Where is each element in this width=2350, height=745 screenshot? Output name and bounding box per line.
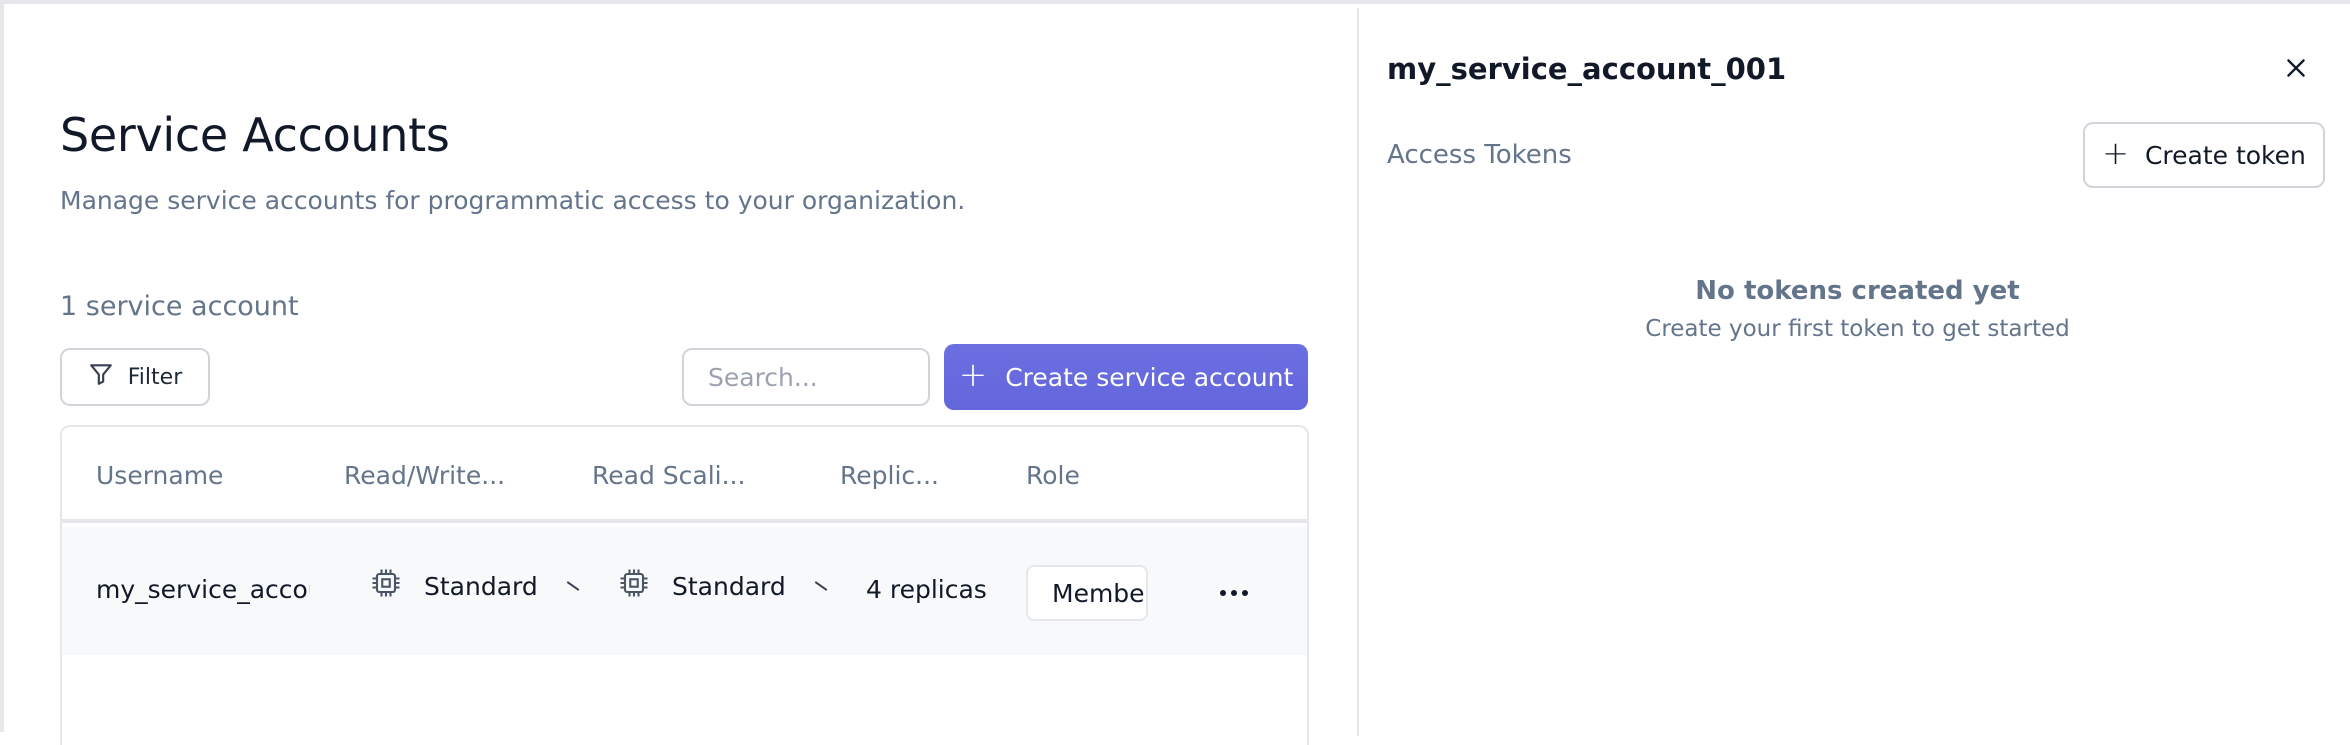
close-panel-button[interactable] bbox=[2276, 50, 2316, 90]
replicas-cell: 4 replicas bbox=[866, 575, 987, 604]
create-token-button[interactable]: + Create token bbox=[2083, 122, 2325, 188]
create-token-label: Create token bbox=[2144, 140, 2306, 170]
app-frame: Service Accounts Manage service accounts… bbox=[0, 0, 2350, 745]
table-header: Username Read/Write... Read Scali... Rep… bbox=[62, 427, 1307, 523]
column-header-username[interactable]: Username bbox=[96, 461, 223, 490]
chevron-down-icon bbox=[814, 581, 828, 591]
column-header-read-scaling[interactable]: Read Scali... bbox=[592, 461, 745, 490]
filter-icon bbox=[88, 361, 114, 393]
read-scaling-tier-label: Standard bbox=[672, 571, 786, 601]
column-header-replicas[interactable]: Replic... bbox=[840, 461, 939, 490]
more-dot-icon bbox=[1231, 590, 1237, 596]
page-subtitle: Manage service accounts for programmatic… bbox=[60, 186, 966, 215]
main-content: Service Accounts Manage service accounts… bbox=[8, 8, 1357, 745]
create-service-account-button[interactable]: + Create service account bbox=[944, 344, 1308, 410]
row-actions-button[interactable] bbox=[1212, 571, 1256, 615]
table-row[interactable]: my_service_account_001 Standard bbox=[62, 527, 1307, 655]
search-input[interactable] bbox=[682, 348, 930, 406]
close-icon bbox=[2283, 55, 2309, 85]
empty-state-subtitle: Create your first token to get started bbox=[1645, 316, 2070, 342]
more-dot-icon bbox=[1242, 590, 1248, 596]
service-account-detail-panel: my_service_account_001 Access Tokens + C… bbox=[1357, 8, 2350, 736]
create-service-account-label: Create service account bbox=[1005, 362, 1294, 392]
filter-button[interactable]: Filter bbox=[60, 348, 210, 406]
cpu-icon bbox=[616, 565, 652, 607]
role-select[interactable]: Member bbox=[1026, 565, 1148, 621]
read-write-tier-label: Standard bbox=[424, 571, 538, 601]
access-tokens-label: Access Tokens bbox=[1387, 140, 1572, 170]
more-dot-icon bbox=[1220, 590, 1226, 596]
username-cell: my_service_account_001 bbox=[96, 575, 310, 604]
role-label: Member bbox=[1052, 578, 1148, 608]
filter-label: Filter bbox=[127, 364, 183, 390]
read-write-tier-select[interactable]: Standard bbox=[368, 565, 580, 607]
chevron-down-icon bbox=[566, 581, 580, 591]
plus-icon: + bbox=[958, 355, 988, 395]
page-title: Service Accounts bbox=[60, 108, 450, 162]
empty-state-title: No tokens created yet bbox=[1695, 276, 2020, 306]
service-account-count: 1 service account bbox=[60, 291, 299, 322]
service-accounts-table: Username Read/Write... Read Scali... Rep… bbox=[60, 425, 1309, 745]
column-header-read-write[interactable]: Read/Write... bbox=[344, 461, 505, 490]
read-scaling-tier-select[interactable]: Standard bbox=[616, 565, 828, 607]
panel-title: my_service_account_001 bbox=[1387, 52, 1787, 86]
plus-icon: + bbox=[2102, 134, 2129, 172]
cpu-icon bbox=[368, 565, 404, 607]
column-header-role[interactable]: Role bbox=[1026, 461, 1080, 490]
